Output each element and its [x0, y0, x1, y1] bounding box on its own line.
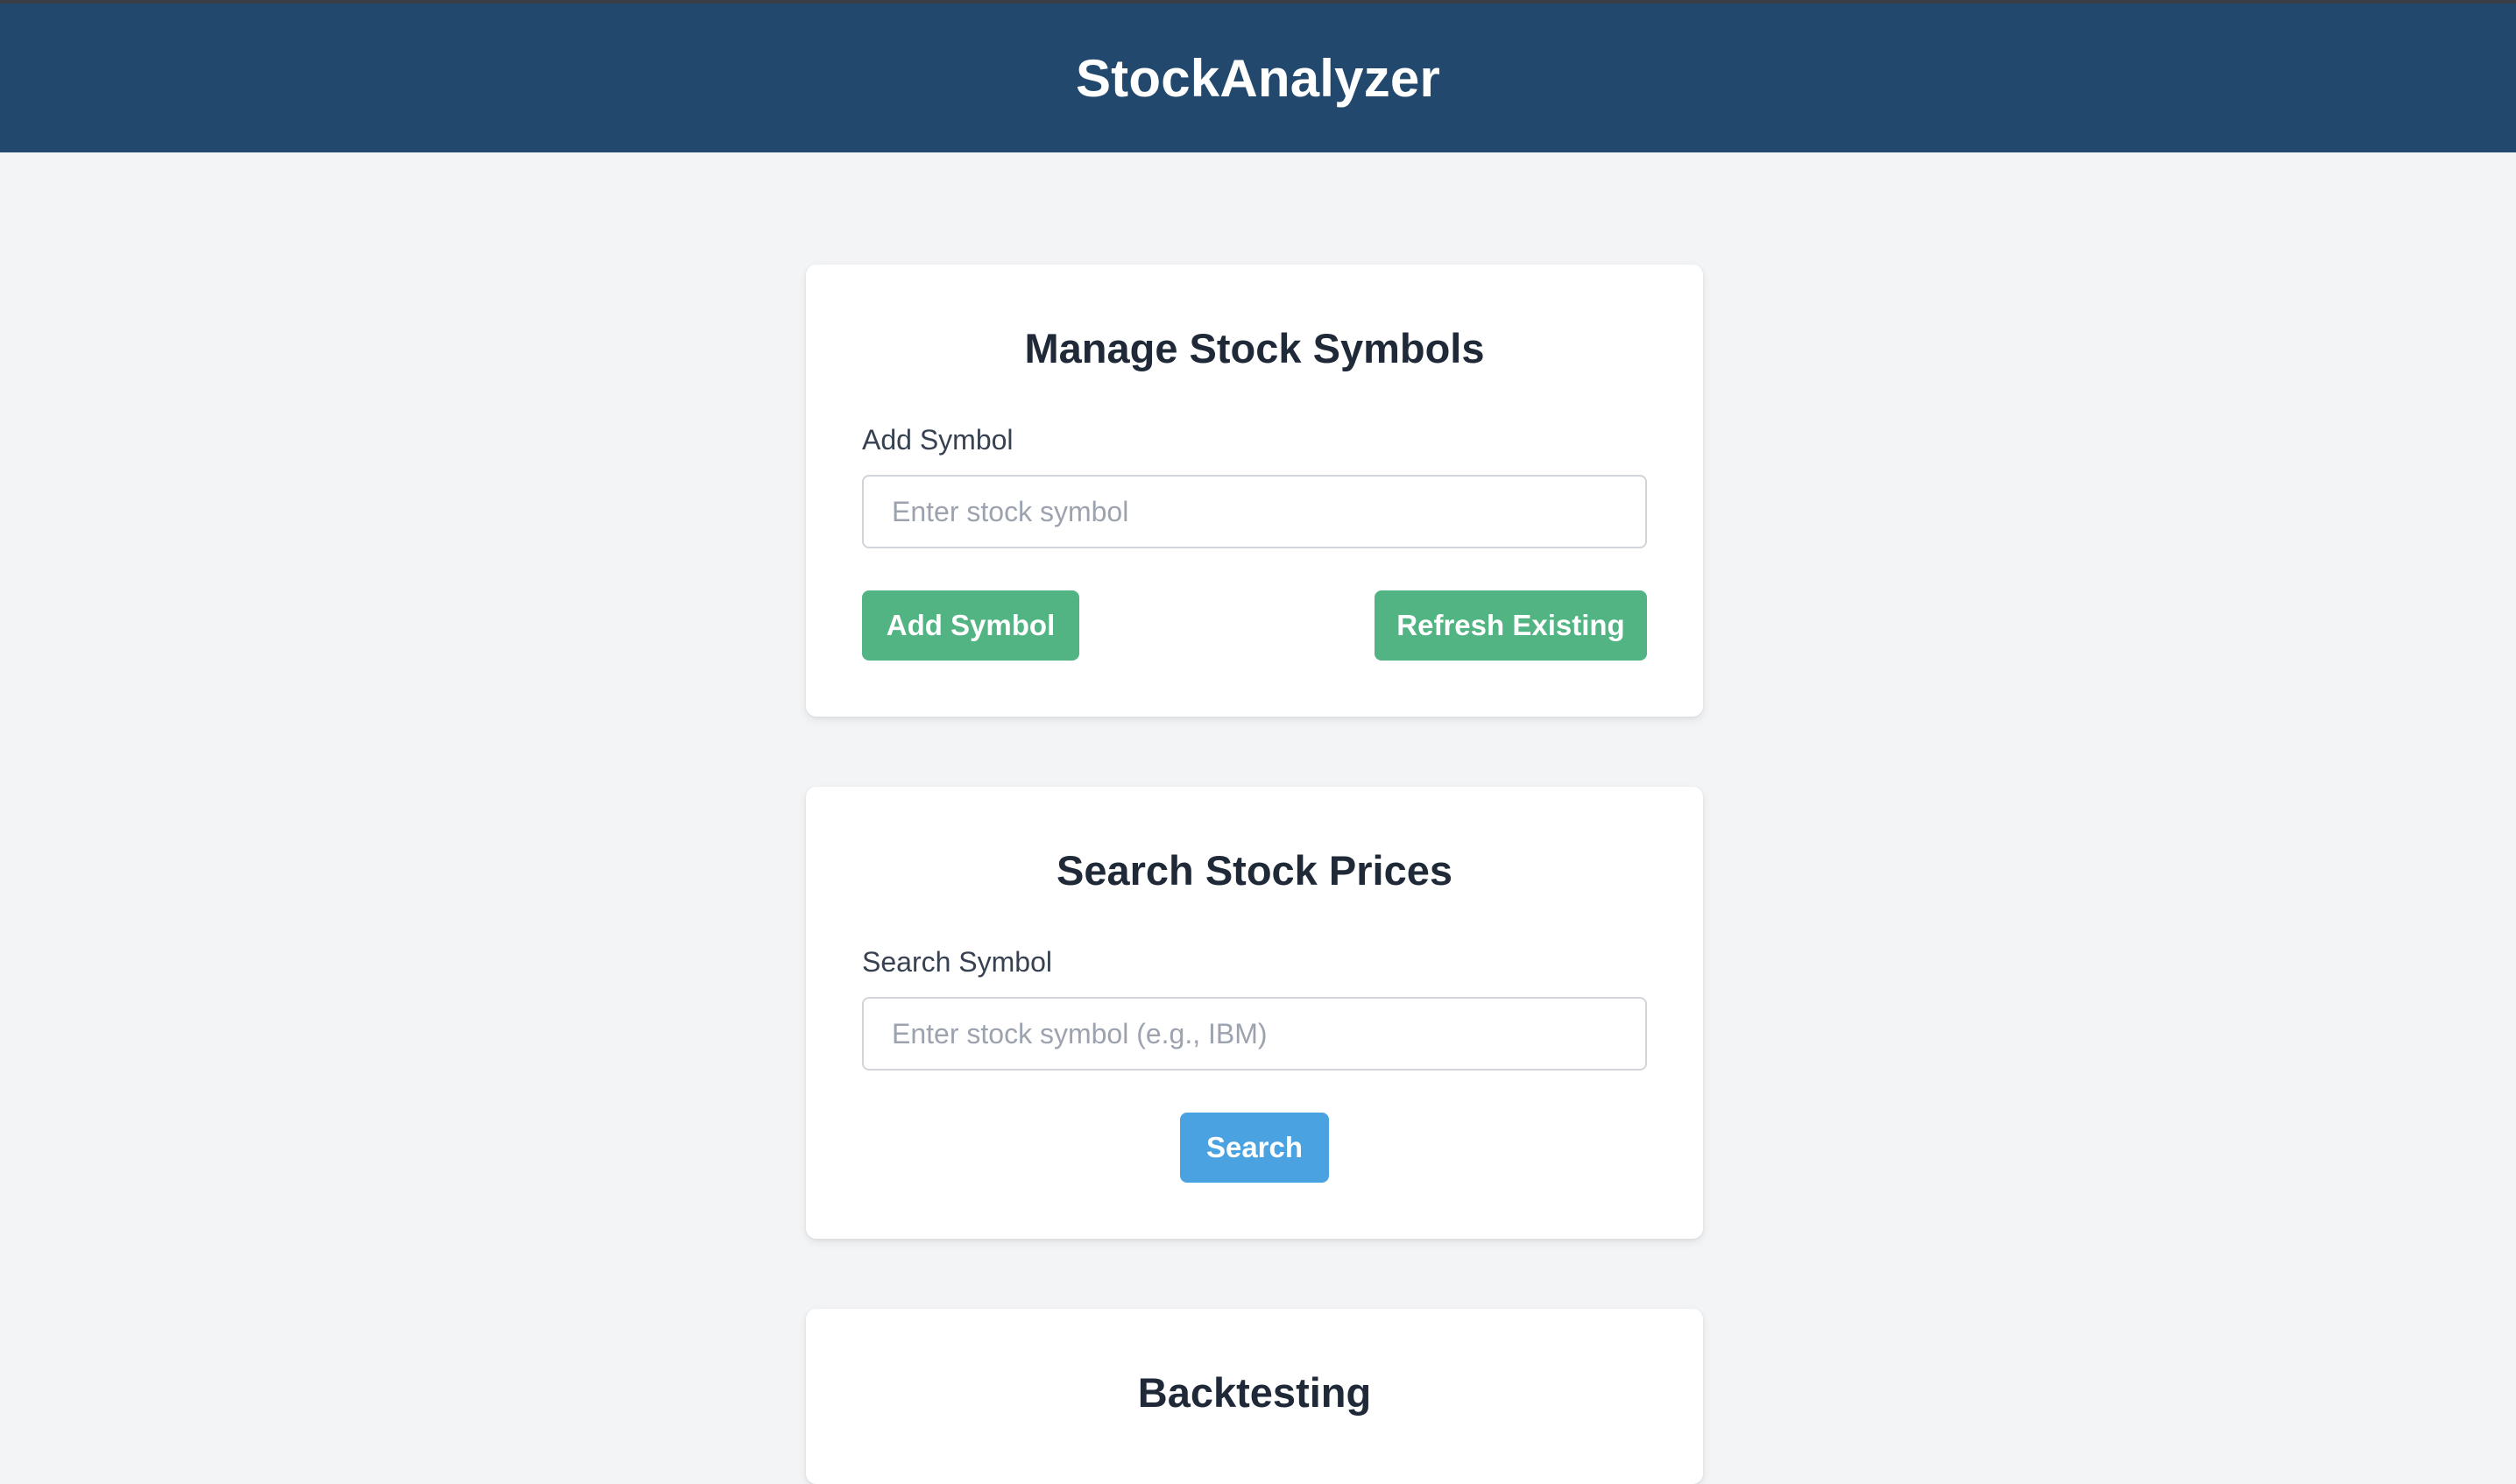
app-header: StockAnalyzer [0, 4, 2516, 152]
backtesting-title: Backtesting [1137, 1369, 1372, 1416]
search-symbol-label: Search Symbol [862, 946, 1052, 978]
manage-symbols-card: Manage Stock Symbols Add Symbol Add Symb… [806, 265, 1703, 717]
add-symbol-label: Add Symbol [862, 424, 1014, 456]
backtesting-card: Backtesting [806, 1309, 1703, 1484]
search-prices-title: Search Stock Prices [1057, 847, 1452, 894]
manage-symbols-title: Manage Stock Symbols [1024, 325, 1485, 371]
app-title: StockAnalyzer [1075, 48, 1441, 108]
add-symbol-button[interactable]: Add Symbol [862, 590, 1079, 661]
add-symbol-input[interactable] [862, 475, 1647, 548]
refresh-existing-button[interactable]: Refresh Existing [1375, 590, 1647, 661]
search-prices-card: Search Stock Prices Search Symbol Search [806, 787, 1703, 1239]
search-button[interactable]: Search [1180, 1113, 1329, 1183]
search-symbol-input[interactable] [862, 997, 1647, 1071]
